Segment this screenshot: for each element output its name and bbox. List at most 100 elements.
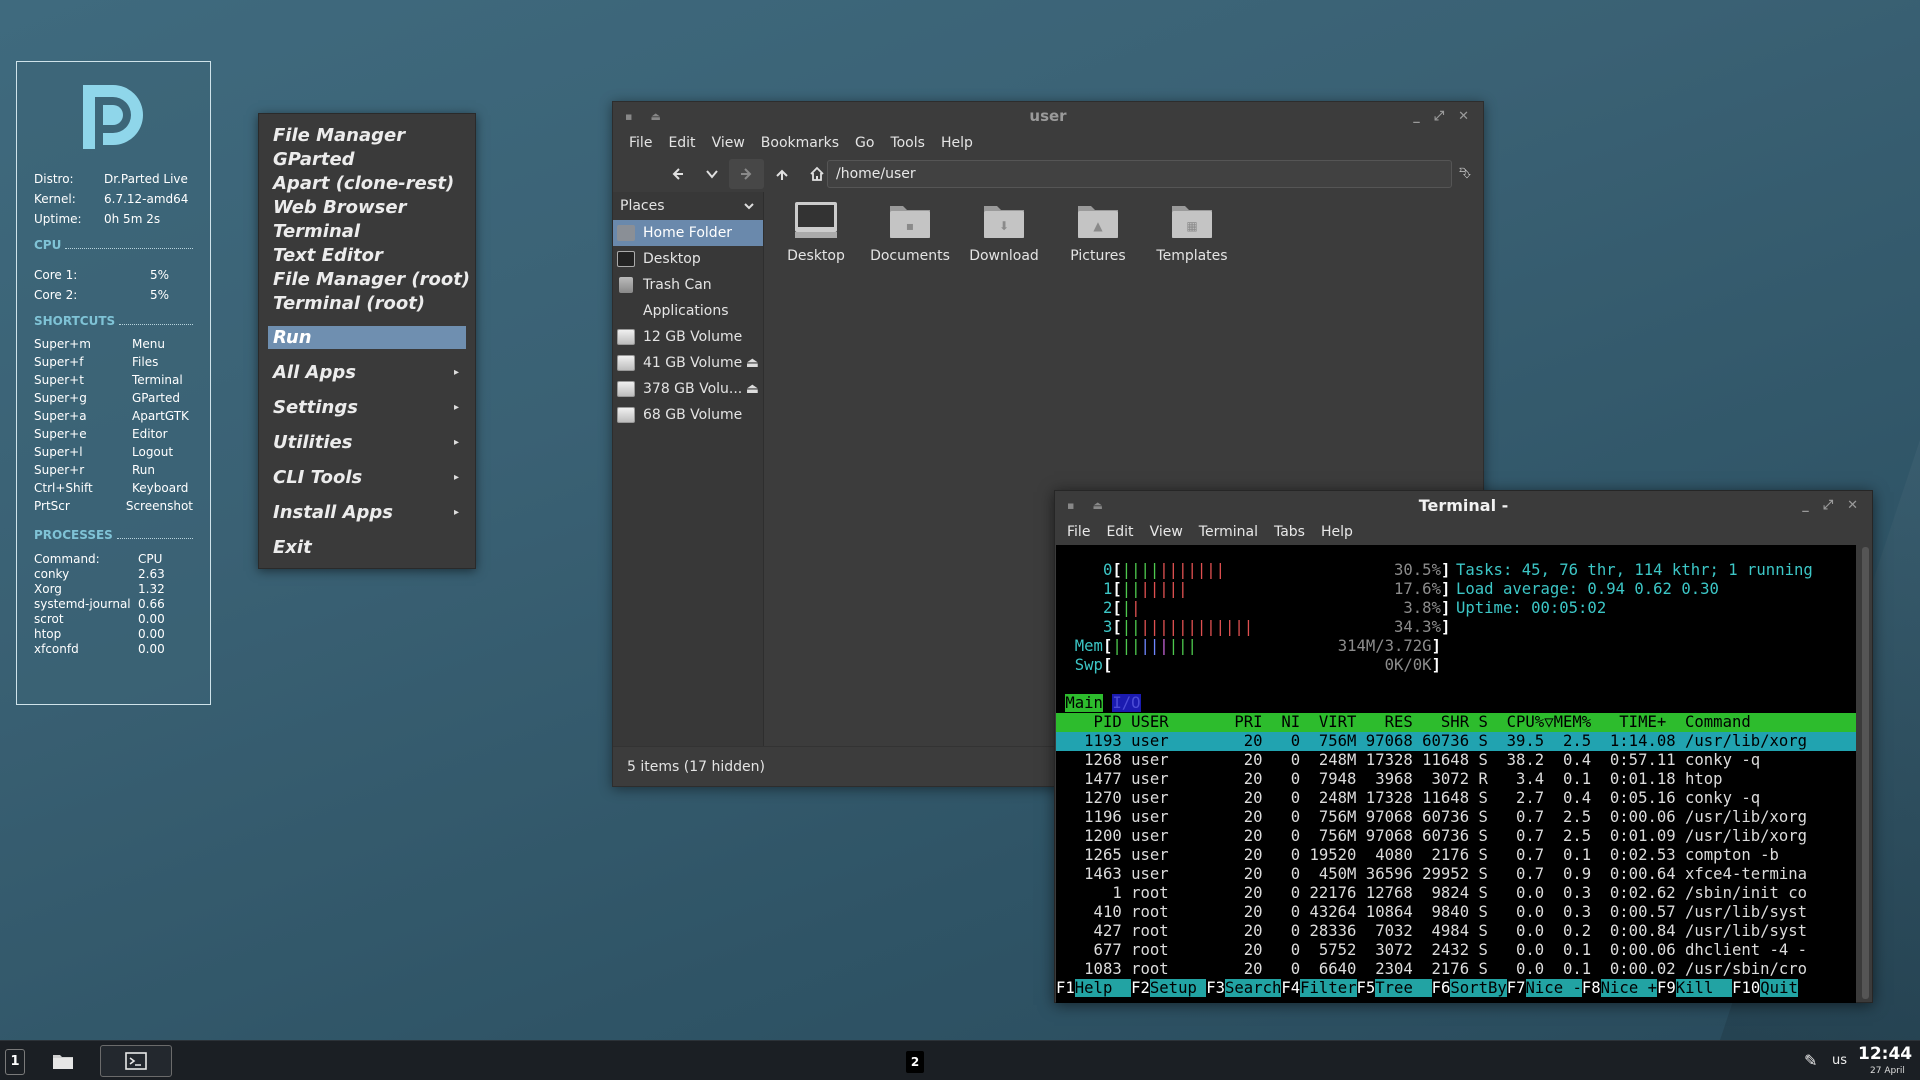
process-row[interactable]: 1265 user 20 0 19520 4080 2176 S 0.7 0.1… — [1056, 846, 1856, 865]
fkey-label[interactable]: Filter — [1300, 979, 1357, 997]
svg-text:▲: ▲ — [1093, 219, 1103, 233]
terminal-task-button[interactable] — [100, 1045, 172, 1077]
workspace-1-button[interactable]: 1 — [5, 1049, 25, 1075]
menu-item-favorite[interactable]: Web Browser — [259, 196, 475, 220]
menu-item-favorite[interactable]: Text Editor — [259, 244, 475, 268]
fkey-label[interactable]: Quit — [1760, 979, 1798, 997]
fkey-label[interactable]: SortBy — [1450, 979, 1507, 997]
htop-load: Load average: 0.94 0.62 0.30 — [1456, 580, 1719, 598]
menu-item-favorite[interactable]: File Manager (root) — [259, 268, 475, 292]
menu-submenu[interactable]: All Apps ▸ — [259, 355, 475, 390]
menu-submenu[interactable]: Install Apps ▸ — [259, 495, 475, 530]
place-item[interactable]: 378 GB Volu... ⏏ — [613, 376, 763, 402]
process-row[interactable]: 1200 user 20 0 756M 97068 60736 S 0.7 2.… — [1056, 827, 1856, 846]
menu-edit[interactable]: Edit — [660, 135, 703, 151]
htop-tab-io[interactable]: I/O — [1112, 694, 1141, 712]
forward-icon[interactable] — [729, 159, 764, 189]
fkey-label[interactable]: Help — [1074, 979, 1132, 997]
places-header[interactable]: Places — [613, 192, 763, 220]
menu-terminal[interactable]: Terminal — [1191, 524, 1266, 540]
file-item[interactable]: ▪ Documents — [865, 200, 955, 264]
maximize-icon[interactable]: ⤢ — [1434, 109, 1444, 124]
window-menu-icon[interactable]: ▪ — [625, 110, 632, 123]
process-row[interactable]: 410 root 20 0 43264 10864 9840 S 0.0 0.3… — [1056, 903, 1856, 922]
menu-tools[interactable]: Tools — [882, 135, 933, 151]
menu-item-run[interactable]: Run — [268, 326, 466, 349]
minimize-icon[interactable]: _ — [1413, 109, 1420, 124]
window-menu-icon[interactable]: ▪ — [1067, 499, 1074, 512]
clock[interactable]: 12:44 — [1858, 1044, 1912, 1064]
close-icon[interactable]: ✕ — [1847, 498, 1858, 513]
menu-edit[interactable]: Edit — [1098, 524, 1141, 540]
history-dropdown-icon[interactable] — [694, 159, 729, 189]
file-manager-task-icon[interactable] — [52, 1052, 74, 1070]
menu-submenu[interactable]: CLI Tools ▸ — [259, 460, 475, 495]
place-item[interactable]: Desktop — [613, 246, 763, 272]
parent-folder-icon[interactable] — [764, 159, 799, 189]
menu-help[interactable]: Help — [933, 135, 981, 151]
submenu-arrow-icon: ▸ — [453, 437, 459, 448]
place-item[interactable]: 41 GB Volume ⏏ — [613, 350, 763, 376]
menu-item-favorite[interactable]: Terminal (root) — [259, 292, 475, 316]
workspace-2-button[interactable]: 2 — [906, 1051, 924, 1073]
fkey-label[interactable]: Tree — [1375, 979, 1432, 997]
keyboard-layout[interactable]: us — [1832, 1053, 1847, 1068]
terminal-scrollbar[interactable] — [1862, 547, 1869, 999]
place-item[interactable]: Home Folder — [613, 220, 763, 246]
file-item[interactable]: ⬇ Download — [959, 200, 1049, 264]
menu-view[interactable]: View — [1142, 524, 1191, 540]
go-icon[interactable]: ⮷ — [1459, 164, 1471, 182]
menu-item-favorite[interactable]: File Manager — [259, 124, 475, 148]
process-row[interactable]: 427 root 20 0 28336 7032 4984 S 0.0 0.2 … — [1056, 922, 1856, 941]
path-input[interactable]: /home/user — [827, 160, 1452, 188]
menu-submenu[interactable]: Settings ▸ — [259, 390, 475, 425]
process-row[interactable]: 677 root 20 0 5752 3072 2432 S 0.0 0.1 0… — [1056, 941, 1856, 960]
eject-icon[interactable]: ⏏ — [746, 355, 759, 371]
file-item[interactable]: ▲ Pictures — [1053, 200, 1143, 264]
file-manager-titlebar[interactable]: ▪ ⏏ user _ ⤢ ✕ — [613, 102, 1483, 130]
htop-screen[interactable]: 0[||||||||||| 30.5%] 1[||||||| 17.6%] 2[… — [1056, 545, 1856, 1003]
process-row[interactable]: 1193 user 20 0 756M 97068 60736 S 39.5 2… — [1056, 732, 1856, 751]
fkey-label[interactable]: Nice - — [1525, 979, 1582, 997]
fkey-label[interactable]: Setup — [1149, 979, 1207, 997]
menu-view[interactable]: View — [704, 135, 753, 151]
htop-tab-main[interactable]: Main — [1065, 694, 1103, 712]
menu-go[interactable]: Go — [847, 135, 882, 151]
process-row[interactable]: 1196 user 20 0 756M 97068 60736 S 0.7 2.… — [1056, 808, 1856, 827]
menu-submenu[interactable]: Utilities ▸ — [259, 425, 475, 460]
process-row[interactable]: 1463 user 20 0 450M 36596 29952 S 0.7 0.… — [1056, 865, 1856, 884]
menu-file[interactable]: File — [621, 135, 660, 151]
process-row[interactable]: 1083 root 20 0 6640 2304 2176 S 0.0 0.1 … — [1056, 960, 1856, 979]
place-item[interactable]: 12 GB Volume — [613, 324, 763, 350]
menu-item-favorite[interactable]: GParted — [259, 148, 475, 172]
htop-meter: 3[|||||||||||||| 34.3%] — [1102, 618, 1451, 636]
sticky-icon[interactable]: ⏏ — [650, 110, 660, 123]
fkey-label[interactable]: Kill — [1675, 979, 1733, 997]
menu-file[interactable]: File — [1059, 524, 1098, 540]
file-item[interactable]: Desktop — [771, 200, 861, 264]
file-item[interactable]: ▦ Templates — [1147, 200, 1237, 264]
back-icon[interactable] — [659, 159, 694, 189]
menu-tabs[interactable]: Tabs — [1266, 524, 1313, 540]
menu-item-favorite[interactable]: Terminal — [259, 220, 475, 244]
fkey-label[interactable]: Nice + — [1600, 979, 1657, 997]
menu-bookmarks[interactable]: Bookmarks — [753, 135, 847, 151]
maximize-icon[interactable]: ⤢ — [1823, 498, 1833, 513]
fkey-label[interactable]: Search — [1225, 979, 1282, 997]
process-row[interactable]: 1270 user 20 0 248M 17328 11648 S 2.7 0.… — [1056, 789, 1856, 808]
place-item[interactable]: Applications — [613, 298, 763, 324]
menu-help[interactable]: Help — [1313, 524, 1361, 540]
network-icon[interactable]: ✎ — [1804, 1051, 1817, 1070]
eject-icon[interactable]: ⏏ — [746, 381, 759, 397]
place-item[interactable]: 68 GB Volume — [613, 402, 763, 428]
process-row[interactable]: 1268 user 20 0 248M 17328 11648 S 38.2 0… — [1056, 751, 1856, 770]
menu-item-exit[interactable]: Exit — [259, 530, 475, 565]
minimize-icon[interactable]: _ — [1802, 498, 1809, 513]
place-item[interactable]: Trash Can — [613, 272, 763, 298]
process-row[interactable]: 1477 user 20 0 7948 3968 3072 R 3.4 0.1 … — [1056, 770, 1856, 789]
sticky-icon[interactable]: ⏏ — [1092, 499, 1102, 512]
process-row[interactable]: 1 root 20 0 22176 12768 9824 S 0.0 0.3 0… — [1056, 884, 1856, 903]
menu-item-favorite[interactable]: Apart (clone-rest) — [259, 172, 475, 196]
close-icon[interactable]: ✕ — [1458, 109, 1469, 124]
terminal-titlebar[interactable]: ▪ ⏏ Terminal - _ ⤢ ✕ — [1055, 491, 1872, 519]
